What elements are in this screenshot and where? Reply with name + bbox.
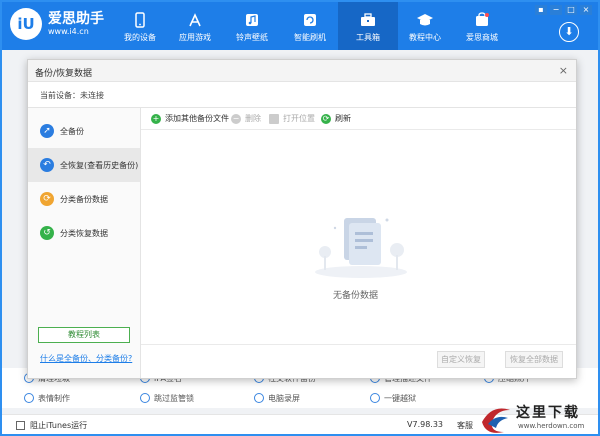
top-navigation-bar: iU 爱思助手 www.i4.cn 我的设备 应用游戏 铃声壁纸 智能刷机 工具… bbox=[2, 2, 598, 50]
app-name: 爱思助手 bbox=[48, 11, 104, 27]
support-label[interactable]: 客服 bbox=[457, 420, 473, 431]
dialog-footer: 自定义恢复 恢复全部数据 bbox=[141, 344, 576, 378]
nav-toolbox[interactable]: 工具箱 bbox=[338, 2, 398, 50]
dialog-title: 备份/恢复数据 bbox=[35, 69, 93, 79]
delete-button[interactable]: − 删除 bbox=[231, 113, 261, 124]
phone-icon bbox=[135, 12, 145, 28]
refresh-button[interactable]: ⟳ 刷新 bbox=[321, 113, 351, 124]
close-icon[interactable]: × bbox=[580, 5, 592, 15]
close-icon[interactable]: × bbox=[559, 64, 568, 77]
app-store-icon bbox=[189, 13, 201, 27]
music-icon bbox=[246, 14, 258, 26]
restore-all-button[interactable]: 恢复全部数据 bbox=[505, 351, 563, 368]
open-location-button[interactable]: 打开位置 bbox=[269, 113, 315, 124]
tool-icon bbox=[140, 393, 150, 403]
dialog-toolbar: + 添加其他备份文件 − 删除 打开位置 ⟳ 刷新 bbox=[141, 108, 576, 130]
delete-icon: − bbox=[231, 113, 241, 124]
shop-icon bbox=[476, 12, 489, 26]
nav-smart-flash[interactable]: 智能刷机 bbox=[280, 2, 340, 50]
watermark-title: 这里下载 bbox=[516, 405, 580, 421]
empty-state-text: 无备份数据 bbox=[333, 291, 379, 301]
app-logo: iU 爱思助手 www.i4.cn bbox=[10, 8, 104, 40]
backup-restore-dialog: 备份/恢复数据 × 当前设备：未连接 ➚ 全备份 ↶ 全恢复(查看历史备份) ⟳… bbox=[27, 59, 577, 379]
tool-icon bbox=[254, 393, 264, 403]
nav-my-device[interactable]: 我的设备 bbox=[110, 2, 170, 50]
empty-state-illustration bbox=[315, 218, 407, 278]
window-controls: ▪ − □ × bbox=[535, 5, 592, 15]
nav-apps-games[interactable]: 应用游戏 bbox=[165, 2, 225, 50]
watermark-url: www.herdown.com bbox=[518, 422, 585, 430]
undo-icon: ↺ bbox=[40, 226, 54, 240]
nav-tutorials[interactable]: 教程中心 bbox=[395, 2, 455, 50]
menu-icon[interactable]: ▪ bbox=[535, 5, 547, 15]
dialog-sidebar: ➚ 全备份 ↶ 全恢复(查看历史备份) ⟳ 分类备份数据 ↺ 分类恢复数据 教程… bbox=[28, 108, 141, 378]
tool-icon bbox=[24, 393, 34, 403]
dialog-header: 备份/恢复数据 × bbox=[28, 60, 576, 82]
tool-icon bbox=[370, 393, 380, 403]
block-itunes-checkbox[interactable] bbox=[16, 421, 25, 430]
tool-screen-record[interactable]: 电脑录屏 bbox=[254, 393, 300, 404]
tutorial-list-button[interactable]: 教程列表 bbox=[38, 327, 130, 343]
arrow-back-icon: ↶ bbox=[40, 158, 54, 172]
add-backup-file-button[interactable]: + 添加其他备份文件 bbox=[151, 113, 229, 124]
app-url: www.i4.cn bbox=[48, 27, 89, 36]
tool-skip-supervision[interactable]: 跳过监管锁 bbox=[140, 393, 194, 404]
backup-help-link[interactable]: 什么是全备份、分类备份? bbox=[40, 353, 132, 364]
arrow-up-icon: ➚ bbox=[40, 124, 54, 138]
minimize-icon[interactable]: − bbox=[550, 5, 562, 15]
refresh-box-icon bbox=[304, 14, 316, 26]
logo-mark-icon: iU bbox=[10, 8, 42, 40]
toolbox-icon bbox=[361, 13, 375, 26]
tool-emoji-maker[interactable]: 表情制作 bbox=[24, 393, 70, 404]
nav-shop[interactable]: 爱思商城 bbox=[452, 2, 512, 50]
sidebar-item-category-restore[interactable]: ↺ 分类恢复数据 bbox=[28, 216, 140, 250]
nav-ringtones-wallpapers[interactable]: 铃声壁纸 bbox=[222, 2, 282, 50]
version-label: V7.98.33 bbox=[407, 420, 444, 429]
block-itunes-label: 阻止iTunes运行 bbox=[30, 421, 88, 430]
watermark-logo-icon bbox=[482, 408, 510, 433]
sidebar-item-full-backup[interactable]: ➚ 全备份 bbox=[28, 114, 140, 148]
sidebar-item-category-backup[interactable]: ⟳ 分类备份数据 bbox=[28, 182, 140, 216]
sidebar-item-full-restore[interactable]: ↶ 全恢复(查看历史备份) bbox=[28, 148, 140, 182]
maximize-icon[interactable]: □ bbox=[565, 5, 577, 15]
device-status: 当前设备：未连接 bbox=[40, 91, 104, 100]
tool-jailbreak[interactable]: 一键越狱 bbox=[370, 393, 416, 404]
graduation-cap-icon bbox=[417, 14, 433, 26]
refresh-icon: ⟳ bbox=[40, 192, 54, 206]
watermark: 这里下载 www.herdown.com bbox=[476, 400, 598, 434]
app-window: iU 爱思助手 www.i4.cn 我的设备 应用游戏 铃声壁纸 智能刷机 工具… bbox=[0, 0, 600, 436]
download-icon[interactable]: ⬇ bbox=[559, 22, 579, 42]
refresh-icon: ⟳ bbox=[321, 113, 331, 124]
device-status-bar: 当前设备：未连接 bbox=[28, 82, 576, 108]
folder-icon bbox=[269, 113, 279, 124]
plus-icon: + bbox=[151, 113, 161, 124]
custom-restore-button[interactable]: 自定义恢复 bbox=[437, 351, 485, 368]
